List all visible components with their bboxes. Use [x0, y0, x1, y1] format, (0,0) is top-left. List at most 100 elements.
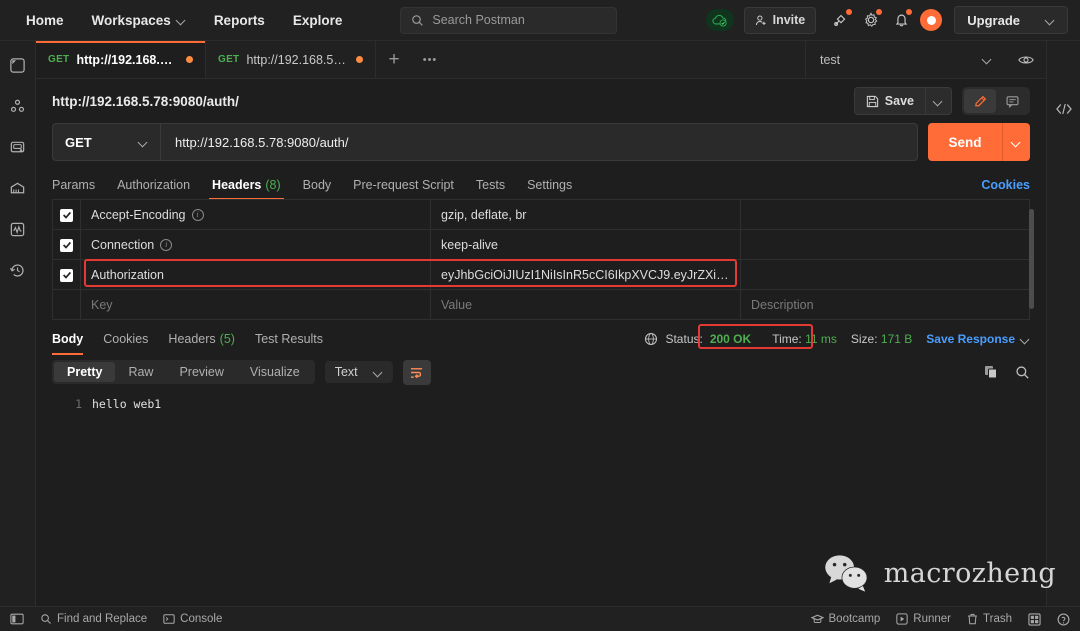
tab-authorization[interactable]: Authorization [106, 171, 201, 199]
sidebar-item-monitors[interactable] [6, 217, 30, 241]
header-key-cell[interactable]: Connection i [80, 229, 431, 260]
row-checkbox-cell[interactable] [52, 259, 81, 290]
nav-reports[interactable]: Reports [200, 7, 279, 34]
help-button[interactable] [1057, 613, 1070, 626]
tab-headers[interactable]: Headers (8) [201, 171, 292, 200]
request-tab-1[interactable]: GET http://192.168.5.78... [36, 41, 206, 78]
url-bar-row: GET http://192.168.5.78:9080/auth/ Send [36, 123, 1046, 171]
view-pretty-button[interactable]: Pretty [54, 362, 116, 382]
cookies-link[interactable]: Cookies [981, 178, 1030, 192]
response-tab-cookies[interactable]: Cookies [93, 328, 158, 350]
header-value-placeholder[interactable]: Value [430, 289, 741, 320]
request-response-pane: GET http://192.168.5.78... GET http://19… [36, 41, 1046, 606]
edit-mode-button[interactable] [964, 89, 996, 113]
chevron-down-icon [1012, 138, 1021, 147]
send-options-button[interactable] [1002, 123, 1030, 161]
invite-button[interactable]: Invite [743, 6, 817, 34]
request-config-tabs: Params Authorization Headers (8) Body Pr… [36, 171, 1046, 200]
tab-tests[interactable]: Tests [465, 171, 516, 199]
save-options-button[interactable] [925, 88, 951, 114]
header-value-cell[interactable]: gzip, deflate, br [430, 199, 741, 230]
nav-workspaces[interactable]: Workspaces [78, 7, 200, 34]
console-icon [163, 613, 175, 625]
header-value-cell[interactable]: keep-alive [430, 229, 741, 260]
copy-icon[interactable] [983, 364, 999, 380]
search-icon[interactable] [1015, 365, 1030, 380]
view-visualize-button[interactable]: Visualize [237, 362, 313, 382]
nav-explore[interactable]: Explore [279, 7, 357, 34]
tab-params[interactable]: Params [52, 171, 106, 199]
layout-button[interactable] [1028, 612, 1041, 626]
console-button[interactable]: Console [163, 613, 222, 625]
header-description-cell[interactable] [740, 229, 1030, 260]
tab-pre-request-script[interactable]: Pre-request Script [342, 171, 465, 199]
find-and-replace-button[interactable]: Find and Replace [40, 613, 147, 625]
gear-icon[interactable] [856, 5, 886, 35]
trash-button[interactable]: Trash [967, 613, 1012, 625]
headers-scrollbar[interactable] [1029, 209, 1034, 309]
cloud-check-icon[interactable] [705, 9, 734, 31]
url-input[interactable]: http://192.168.5.78:9080/auth/ [161, 124, 917, 160]
row-checkbox-cell[interactable] [52, 229, 81, 260]
send-button[interactable]: Send [928, 123, 1002, 161]
tab-options-button[interactable]: ••• [412, 41, 448, 78]
table-row[interactable]: Accept-Encoding i gzip, deflate, br [52, 199, 1030, 230]
size-label: Size: [850, 332, 878, 346]
response-tab-test-results[interactable]: Test Results [245, 328, 333, 350]
status-badge[interactable]: Status: 200 OK [637, 329, 758, 349]
table-row[interactable]: Authorization eyJhbGciOiJIUzI1NiIsInR5cC… [52, 259, 1030, 290]
response-tab-body[interactable]: Body [52, 328, 93, 355]
main-body: GET http://192.168.5.78... GET http://19… [0, 41, 1080, 606]
request-tab-2[interactable]: GET http://192.168.5.78... [206, 41, 376, 78]
user-avatar-icon[interactable] [916, 5, 946, 35]
bell-icon[interactable] [886, 5, 916, 35]
method-selector[interactable]: GET [53, 124, 161, 160]
header-key-placeholder[interactable]: Key [80, 289, 431, 320]
header-description-cell[interactable] [740, 199, 1030, 230]
nav-workspaces-label: Workspaces [91, 12, 171, 28]
wrap-lines-button[interactable] [402, 359, 431, 385]
header-key-cell[interactable]: Accept-Encoding i [80, 199, 431, 230]
upgrade-button[interactable]: Upgrade [954, 6, 1068, 34]
info-icon[interactable]: i [191, 208, 204, 221]
save-response-button[interactable]: Save Response [926, 332, 1030, 346]
environment-quick-look-button[interactable] [1006, 41, 1046, 78]
invite-person-icon [755, 14, 768, 27]
tab-body[interactable]: Body [292, 171, 343, 199]
sidebar-item-mock-servers[interactable] [6, 176, 30, 200]
view-raw-button[interactable]: Raw [115, 362, 166, 382]
satellite-icon[interactable] [826, 5, 856, 35]
sidebar-item-environments[interactable] [6, 135, 30, 159]
response-tab-headers[interactable]: Headers (5) [158, 328, 245, 350]
environment-selector[interactable]: test [806, 41, 1006, 78]
sidebar-item-history[interactable] [6, 258, 30, 282]
header-description-placeholder[interactable]: Description [740, 289, 1030, 320]
runner-button[interactable]: Runner [896, 613, 951, 625]
checkbox-checked-icon[interactable] [60, 238, 73, 252]
sidebar-item-collections[interactable] [6, 53, 30, 77]
new-tab-button[interactable]: + [376, 41, 412, 78]
sidebar-item-apis[interactable] [6, 94, 30, 118]
search-input[interactable]: Search Postman [400, 6, 618, 34]
header-description-cell[interactable] [740, 259, 1030, 290]
save-button[interactable]: Save [855, 88, 925, 114]
checkbox-checked-icon[interactable] [60, 268, 73, 282]
row-checkbox-cell[interactable] [52, 199, 81, 230]
checkbox-checked-icon[interactable] [60, 208, 73, 222]
format-selector[interactable]: Text [324, 361, 393, 383]
bootcamp-button[interactable]: Bootcamp [810, 613, 880, 625]
headers-table-wrapper: Accept-Encoding i gzip, deflate, br Conn… [36, 199, 1046, 320]
nav-home[interactable]: Home [12, 7, 78, 34]
tab-settings[interactable]: Settings [516, 171, 583, 199]
header-key-cell[interactable]: Authorization [80, 259, 431, 290]
table-row[interactable]: Connection i keep-alive [52, 229, 1030, 260]
sidebar-toggle-button[interactable] [10, 613, 24, 625]
table-row-placeholder[interactable]: Key Value Description [52, 289, 1030, 320]
header-value-cell[interactable]: eyJhbGciOiJIUzI1NiIsInR5cCI6IkpXVCJ9.eyJ… [430, 259, 741, 290]
info-icon[interactable]: i [160, 238, 173, 251]
tab-title: http://192.168.5.78... [76, 52, 179, 67]
code-snippet-icon[interactable] [1052, 97, 1076, 121]
comment-mode-button[interactable] [996, 89, 1028, 113]
row-checkbox-cell[interactable] [52, 289, 81, 320]
view-preview-button[interactable]: Preview [166, 362, 236, 382]
